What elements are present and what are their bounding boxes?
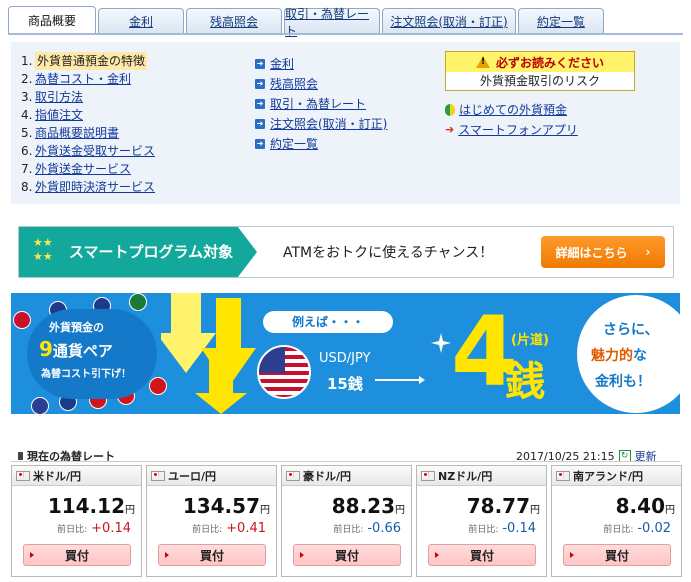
- flag-icon: [129, 293, 147, 311]
- link-fx-cost[interactable]: 為替コスト・金利: [35, 70, 131, 88]
- flag-icon: [286, 470, 300, 481]
- flag-icon: [421, 470, 435, 481]
- link-trade-method[interactable]: 取引方法: [35, 88, 83, 106]
- chevron-right-icon: ›: [645, 245, 651, 259]
- link-features[interactable]: 外貨普通預金の特徴: [35, 52, 148, 70]
- link-smartphone-app[interactable]: スマートフォンアプリ: [458, 120, 578, 140]
- summary-list: 1. 外貨普通預金の特徴 2. 為替コスト・金利 3. 取引方法 4. 指値注文 5. 商…: [21, 52, 155, 196]
- tab-executions[interactable]: 約定一覧: [518, 8, 604, 34]
- main-tabs: 商品概要 金利 残高照会 取引・為替レート 注文照会(取消・訂正) 約定一覧: [8, 6, 604, 38]
- link-product-doc[interactable]: 商品概要説明書: [35, 124, 119, 142]
- list-item: ➜ 約定一覧: [255, 134, 387, 154]
- fx-campaign-banner[interactable]: 外貨預金の 9通貨ペア 為替コスト引下げ！ 例えば・・・ USD/JPY 15銭…: [11, 293, 680, 414]
- arrow-right-icon: ➜: [255, 139, 265, 149]
- tab-trade-rate[interactable]: 取引・為替レート: [284, 7, 380, 38]
- list-item: ➜ 取引・為替レート: [255, 94, 387, 114]
- list-item: 5. 商品概要説明書: [21, 124, 120, 142]
- rate-cards: 米ドル/円 114.12円 前日比: +0.14 買付 ユーロ/円 134.57円…: [11, 465, 682, 577]
- warning-subtitle: 外貨預金取引のリスク: [479, 74, 600, 88]
- link-order-inquiry[interactable]: 注文照会(取消・訂正): [270, 114, 387, 134]
- risk-warning-box[interactable]: ! 必ずお読みください 外貨預金取引のリスク: [445, 51, 635, 91]
- flag-icon: [16, 470, 30, 481]
- stars-icon: ★★ ★★: [33, 236, 53, 263]
- pips-before: 15銭: [327, 375, 363, 393]
- buy-button[interactable]: 買付: [158, 544, 266, 566]
- buy-button[interactable]: 買付: [563, 544, 671, 566]
- smart-program-title: スマートプログラム対象: [69, 243, 234, 261]
- product-summary-panel: 1. 外貨普通預金の特徴 2. 為替コスト・金利 3. 取引方法 4. 指値注文 5. 商…: [11, 42, 680, 204]
- link-interest[interactable]: 金利: [270, 54, 294, 74]
- quick-links: ➜ 金利 ➜ 残高照会 ➜ 取引・為替レート ➜ 注文照会(取消・訂正) ➜ 約定一覧: [255, 54, 387, 154]
- list-item: 8. 外貨即時決済サービス: [21, 178, 156, 196]
- link-instant-settle[interactable]: 外貨即時決済サービス: [35, 178, 155, 196]
- one-way-label: (片道): [511, 333, 549, 348]
- arrow-right-icon: ➜: [445, 123, 455, 136]
- tab-balance[interactable]: 残高照会: [186, 8, 282, 34]
- campaign-bubble: 外貨預金の 9通貨ペア 為替コスト引下げ！: [27, 309, 157, 399]
- link-balance[interactable]: 残高照会: [270, 74, 318, 94]
- sparkle-icon: [431, 333, 451, 353]
- flag-icon: [31, 397, 49, 414]
- arrow-right-icon: ➜: [255, 99, 265, 109]
- buy-button[interactable]: 買付: [23, 544, 131, 566]
- tab-underline: [8, 33, 683, 35]
- rate-card-eur: ユーロ/円 134.57円 前日比: +0.41 買付: [146, 465, 277, 577]
- link-limit-order[interactable]: 指値注文: [35, 106, 83, 124]
- arrow-right-icon: [375, 376, 425, 384]
- rate-card-usd: 米ドル/円 114.12円 前日比: +0.14 買付: [11, 465, 142, 577]
- tab-order-inquiry[interactable]: 注文照会(取消・訂正): [382, 8, 516, 34]
- flag-icon: [13, 311, 31, 329]
- list-item: ➜ 注文照会(取消・訂正): [255, 114, 387, 134]
- list-item: ➜ 残高照会: [255, 74, 387, 94]
- beginner-leaf-icon: [445, 104, 455, 116]
- details-button[interactable]: 詳細はこちら ›: [541, 236, 665, 268]
- us-flag-icon: [257, 345, 311, 399]
- example-label: 例えば・・・: [263, 311, 393, 333]
- rate-card-aud: 豪ドル/円 88.23円 前日比: -0.66 買付: [281, 465, 412, 577]
- down-arrows-icon: [161, 293, 256, 414]
- warning-icon: !: [475, 56, 490, 68]
- atm-text: ATMをおトクに使えるチャンス！: [283, 245, 494, 261]
- flag-icon: [556, 470, 570, 481]
- side-links: はじめての外貨預金 ➜ スマートフォンアプリ: [445, 100, 578, 140]
- bullet-icon: [18, 452, 23, 460]
- link-remit[interactable]: 外貨送金サービス: [35, 160, 131, 178]
- pair-label: USD/JPY: [319, 351, 371, 366]
- warning-title: 必ずお読みください: [495, 55, 604, 70]
- list-item: 4. 指値注文: [21, 106, 84, 124]
- flag-icon: [151, 470, 165, 481]
- tab-product-summary[interactable]: 商品概要: [8, 6, 96, 34]
- rate-card-zar: 南アランド/円 8.40円 前日比: -0.02 買付: [551, 465, 682, 577]
- buy-button[interactable]: 買付: [293, 544, 401, 566]
- tab-interest[interactable]: 金利: [98, 8, 184, 34]
- link-beginner[interactable]: はじめての外貨預金: [459, 100, 567, 120]
- rate-card-nzd: NZドル/円 78.77円 前日比: -0.14 買付: [416, 465, 547, 577]
- list-item: 6. 外貨送金受取サービス: [21, 142, 156, 160]
- smart-program-banner[interactable]: ★★ ★★ スマートプログラム対象 ATMをおトクに使えるチャンス！ 詳細はこちら…: [18, 226, 674, 278]
- list-item: 7. 外貨送金サービス: [21, 160, 132, 178]
- arrow-right-icon: ➜: [255, 119, 265, 129]
- link-executions[interactable]: 約定一覧: [270, 134, 318, 154]
- list-item: 1. 外貨普通預金の特徴: [21, 52, 148, 70]
- sen-label: 銭: [505, 359, 545, 405]
- arrow-right-icon: ➜: [255, 59, 265, 69]
- buy-button[interactable]: 買付: [428, 544, 536, 566]
- list-item: ➜ 金利: [255, 54, 387, 74]
- list-item: 3. 取引方法: [21, 88, 84, 106]
- link-remit-receive[interactable]: 外貨送金受取サービス: [35, 142, 155, 160]
- link-trade-rate[interactable]: 取引・為替レート: [270, 94, 366, 114]
- arrow-right-icon: ➜: [255, 79, 265, 89]
- list-item: 2. 為替コスト・金利: [21, 70, 132, 88]
